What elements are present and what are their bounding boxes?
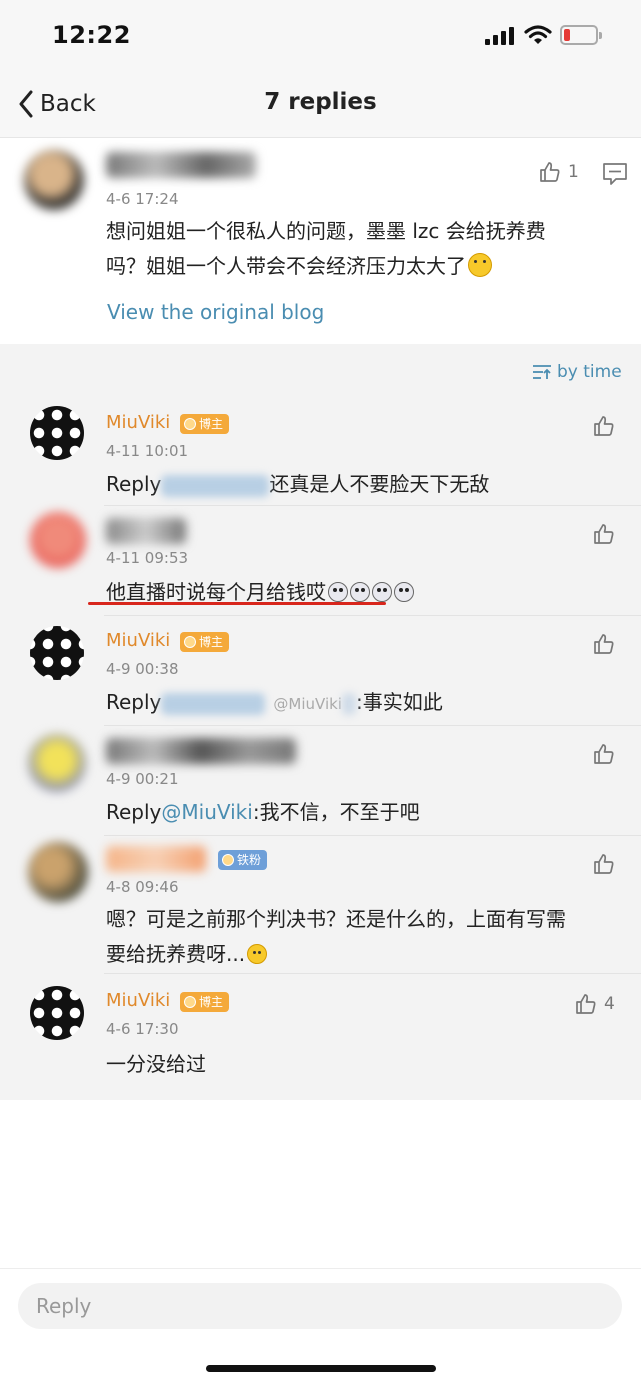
wifi-icon: [524, 25, 552, 44]
avatar[interactable]: [28, 734, 86, 792]
thumbs-up-icon: [594, 634, 614, 654]
bottom-reply-bar: [0, 1268, 641, 1387]
reply-item: MiuViki 博主 4-6 17:30 4 一分没给过: [0, 974, 641, 1100]
timestamp: 4-8 09:46: [106, 878, 179, 896]
username[interactable]: MiuViki: [106, 630, 170, 651]
username-redacted[interactable]: [106, 738, 296, 764]
battery-icon: [560, 25, 602, 45]
like-button[interactable]: [592, 414, 616, 438]
view-original-blog-link[interactable]: View the original blog: [107, 300, 324, 324]
reply-item: 铁粉 4-8 09:46 嗯？可是之前那个判决书？还是什么的，上面有写需 要给抚…: [0, 836, 641, 974]
reply-item: 4-9 00:21 Reply@MiuViki:我不信，不至于吧: [0, 726, 641, 836]
like-button[interactable]: 1: [538, 160, 579, 184]
avatar[interactable]: [24, 150, 84, 210]
badge-label: 博主: [199, 417, 224, 431]
like-count: 1: [568, 162, 579, 182]
timestamp: 4-6 17:30: [106, 1020, 179, 1038]
page-title: 7 replies: [264, 89, 377, 115]
comment-icon[interactable]: [602, 162, 628, 186]
worried-emoji-icon: [468, 253, 492, 277]
comment-text: 想问姐姐一个很私人的问题，墨墨 lzc 会给抚养费 吗？姐姐一个人带会不会经济压…: [106, 214, 626, 284]
timestamp: 4-9 00:21: [106, 770, 179, 788]
avatar[interactable]: [28, 842, 88, 902]
reply-item: MiuViki 博主 4-11 10:01 Reply 还真是人不要脸天下无敌: [0, 394, 641, 506]
reply-prefix: Reply: [106, 800, 162, 824]
reply-text: Reply@MiuViki:我不信，不至于吧: [106, 796, 420, 825]
badge-label: 博主: [199, 635, 224, 649]
home-indicator[interactable]: [206, 1365, 436, 1372]
avatar[interactable]: [30, 406, 84, 460]
root-comment: 4-6 17:24 1 想问姐姐一个很私人的问题，墨墨 lzc 会给抚养费 吗？…: [0, 138, 641, 344]
mention-link[interactable]: @MiuViki: [161, 800, 252, 824]
thumbs-up-icon: [594, 416, 614, 436]
timestamp: 4-6 17:24: [106, 190, 179, 208]
status-time: 12:22: [52, 21, 131, 49]
username[interactable]: MiuViki: [106, 990, 170, 1011]
shocked-emoji-icon: [372, 582, 392, 602]
avatar[interactable]: [30, 512, 86, 568]
reply-body-line1: 嗯？可是之前那个判决书？还是什么的，上面有写需: [106, 907, 566, 931]
like-button[interactable]: 4: [574, 992, 615, 1016]
thumbs-up-icon: [594, 524, 614, 544]
mention-redacted: [341, 692, 356, 715]
reply-text: Reply 还真是人不要脸天下无敌: [106, 468, 489, 497]
reply-item: MiuViki 博主 4-9 00:38 Reply @MiuViki :事实如此: [0, 616, 641, 726]
thumbs-up-icon: [576, 994, 596, 1014]
thumbs-up-icon: [594, 854, 614, 874]
username-redacted[interactable]: [106, 152, 256, 178]
shocked-emoji-icon: [350, 582, 370, 602]
sort-icon: [533, 365, 551, 379]
reply-body: 还真是人不要脸天下无敌: [269, 472, 490, 496]
badge-label: 博主: [199, 995, 224, 1009]
mention-redacted[interactable]: [161, 474, 270, 497]
blogger-badge: 博主: [180, 632, 230, 652]
reply-body: :我不信，不至于吧: [252, 800, 420, 824]
timestamp: 4-9 00:38: [106, 660, 179, 678]
reply-input[interactable]: [18, 1283, 622, 1329]
blogger-badge: 博主: [180, 414, 230, 434]
laughing-crying-emoji-icon: [247, 944, 268, 964]
thumbs-up-icon: [594, 744, 614, 764]
sort-button[interactable]: by time: [532, 362, 622, 382]
avatar[interactable]: [30, 626, 84, 680]
status-bar: 12:22: [0, 0, 641, 70]
badge-label: 铁粉: [237, 853, 262, 867]
reply-body-line2: 要给抚养费呀...: [106, 942, 246, 966]
sort-label: by time: [557, 362, 622, 382]
timestamp: 4-11 10:01: [106, 442, 189, 460]
reply-prefix: Reply: [106, 690, 162, 714]
reply-body: 他直播时说每个月给钱哎: [106, 580, 326, 604]
red-underline-annotation: [88, 602, 386, 605]
reply-text: 嗯？可是之前那个判决书？还是什么的，上面有写需 要给抚养费呀...: [106, 902, 566, 972]
like-count: 4: [604, 994, 615, 1014]
fan-badge: 铁粉: [218, 850, 268, 870]
blogger-badge: 博主: [180, 992, 230, 1012]
comment-text-line1: 想问姐姐一个很私人的问题，墨墨 lzc 会给抚养费: [106, 219, 546, 243]
nav-bar: Back 7 replies: [0, 70, 641, 138]
username-redacted[interactable]: [106, 518, 186, 544]
comment-text-line2: 吗？姐姐一个人带会不会经济压力太大了: [106, 254, 466, 278]
shocked-emoji-icon: [328, 582, 348, 602]
mention-redacted[interactable]: [161, 692, 266, 715]
replies-thread: by time MiuViki 博主 4-11 10:01 Reply 还真是人不…: [0, 344, 641, 1100]
reply-prefix: Reply: [106, 472, 162, 496]
shocked-emoji-icon: [394, 582, 414, 602]
like-button[interactable]: [592, 522, 616, 546]
reply-body: :事实如此: [355, 690, 443, 714]
thumbs-up-icon: [540, 162, 560, 182]
reply-item: 4-11 09:53 他直播时说每个月给钱哎: [0, 506, 641, 616]
reply-text: 一分没给过: [106, 1048, 206, 1077]
like-button[interactable]: [592, 852, 616, 876]
signal-icon: [485, 27, 517, 45]
like-button[interactable]: [592, 632, 616, 656]
reply-body: 一分没给过: [106, 1052, 206, 1076]
username-redacted[interactable]: [106, 846, 206, 872]
username[interactable]: MiuViki: [106, 412, 170, 433]
reply-text: Reply @MiuViki :事实如此: [106, 686, 443, 715]
reply-text: 他直播时说每个月给钱哎: [106, 576, 414, 605]
timestamp: 4-11 09:53: [106, 549, 189, 567]
like-button[interactable]: [592, 742, 616, 766]
avatar[interactable]: [30, 986, 84, 1040]
watermark-mention: @MiuViki: [273, 695, 342, 713]
